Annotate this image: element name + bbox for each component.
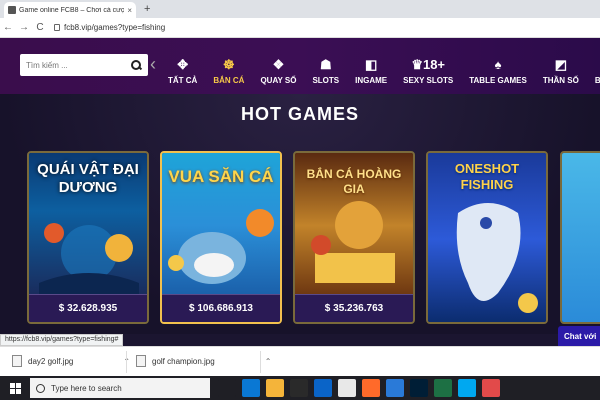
- url-field[interactable]: fcb8.vip/games?type=fishing: [54, 23, 165, 32]
- new-tab-button[interactable]: +: [144, 2, 150, 16]
- photoshop-icon[interactable]: [410, 379, 428, 397]
- skype-icon[interactable]: [458, 379, 476, 397]
- nav-label: SLOTS: [312, 75, 340, 85]
- nav-item-table-games[interactable]: ♠ TABLE GAMES: [461, 38, 535, 94]
- app-icon[interactable]: [482, 379, 500, 397]
- download-filename: day2 golf.jpg: [28, 356, 74, 366]
- nav-item-quay-số[interactable]: ❖ QUAY SỐ: [252, 38, 304, 94]
- site-favicon-icon: [8, 6, 16, 14]
- mail-icon[interactable]: [314, 379, 332, 397]
- taskbar-search-text: Type here to search: [51, 383, 122, 393]
- game-title: QUÁI VẬT ĐẠI DƯƠNG: [37, 161, 139, 196]
- nav-label: TẤT CẢ: [168, 75, 198, 85]
- image-file-icon: [12, 355, 22, 367]
- game-title: BẮN CÁ HOÀNG GIA: [306, 167, 402, 196]
- game-artwork: [562, 153, 600, 322]
- jackpot-amount: $ 35.236.763: [295, 294, 413, 322]
- image-file-icon: [136, 355, 146, 367]
- nav-label: QUAY SỐ: [260, 75, 297, 85]
- nav-icon: ◩: [554, 56, 567, 72]
- search-icon[interactable]: [130, 59, 142, 71]
- windows-taskbar: Type here to search: [0, 376, 600, 400]
- tab-title: Game online FCB8 – Chơi cá cược...: [19, 6, 125, 14]
- nav-item-sexy-slots[interactable]: ♛18+ SEXY SLOTS: [395, 38, 461, 94]
- downloads-bar: day2 golf.jpg ⌃ golf champion.jpg ⌃: [0, 346, 600, 376]
- url-text: fcb8.vip/games?type=fishing: [64, 23, 166, 32]
- status-url: https://fcb8.vip/games?type=fishing#: [0, 334, 124, 346]
- category-nav: ✥ TẤT CẢ ☸ BẮN CÁ ❖ QUAY SỐ ☗ SLOTS ◧ INGAME ♛18+ S…: [160, 38, 600, 94]
- forward-button[interactable]: →: [16, 22, 32, 33]
- browser-tab-bar: Game online FCB8 – Chơi cá cược... × +: [0, 0, 600, 18]
- browser-tab[interactable]: Game online FCB8 – Chơi cá cược... ×: [4, 2, 136, 18]
- nav-label: TABLE GAMES: [469, 75, 527, 85]
- nav-item-battle[interactable]: ✕BATTLE: [587, 38, 600, 94]
- chrome-icon[interactable]: [338, 379, 356, 397]
- tab-close-icon[interactable]: ×: [127, 6, 132, 15]
- nav-label: BẮN CÁ: [213, 75, 245, 85]
- nav-item-bắn-cá[interactable]: ☸ BẮN CÁ: [205, 38, 252, 94]
- divider: [260, 351, 261, 373]
- game-card-vua-san-ca[interactable]: VUA SĂN CÁ $ 106.686.913: [160, 151, 282, 324]
- taskbar-search[interactable]: Type here to search: [30, 378, 210, 398]
- game-title: VUA SĂN CÁ: [168, 167, 274, 186]
- lock-icon: [54, 24, 60, 31]
- game-card-ban-ca-hoang-gia[interactable]: BẮN CÁ HOÀNG GIA $ 35.236.763: [293, 151, 415, 324]
- search-input[interactable]: [26, 60, 130, 70]
- nav-item-tất-cả[interactable]: ✥ TẤT CẢ: [160, 38, 205, 94]
- taskbar-apps: [218, 379, 500, 397]
- store-icon[interactable]: [290, 379, 308, 397]
- site-header: ‹ ✥ TẤT CẢ ☸ BẮN CÁ ❖ QUAY SỐ ☗ SLOTS ◧ INGAME ♛18…: [0, 38, 600, 94]
- search-icon: [36, 383, 45, 393]
- download-filename: golf champion.jpg: [152, 356, 215, 366]
- photos-icon[interactable]: [386, 379, 404, 397]
- chat-button[interactable]: Chat với: [558, 326, 600, 346]
- hot-games-heading: HOT GAMES: [240, 104, 359, 124]
- jackpot-amount: $ 106.686.913: [162, 294, 280, 322]
- nav-icon: ☗: [319, 56, 332, 72]
- nav-icon: ✥: [177, 56, 189, 72]
- task-view-icon[interactable]: [218, 379, 236, 397]
- edge-icon[interactable]: [242, 379, 260, 397]
- back-button[interactable]: ←: [0, 22, 16, 33]
- firefox-icon[interactable]: [362, 379, 380, 397]
- nav-icon: ♠: [494, 56, 502, 72]
- main-content: HOT GAMES QUÁI VẬT ĐẠI DƯƠNG $ 32.628.93…: [0, 94, 600, 334]
- chevron-up-icon[interactable]: ⌃: [265, 357, 272, 366]
- nav-prev-arrow[interactable]: ‹: [150, 54, 156, 75]
- divider: [126, 351, 127, 373]
- start-button[interactable]: [0, 376, 30, 400]
- game-title: ONESHOT FISHING: [454, 161, 520, 192]
- nav-label: THẦN SỐ: [542, 75, 579, 85]
- game-card-partial[interactable]: [560, 151, 600, 324]
- nav-item-thần-số[interactable]: ◩ THẦN SỐ: [535, 38, 587, 94]
- nav-icon: ❖: [272, 56, 285, 72]
- windows-icon: [9, 382, 21, 394]
- address-bar: ← → C fcb8.vip/games?type=fishing: [0, 18, 600, 38]
- file-explorer-icon[interactable]: [266, 379, 284, 397]
- nav-label: INGAME: [355, 75, 388, 85]
- jackpot-amount: $ 32.628.935: [29, 294, 147, 322]
- nav-item-ingame[interactable]: ◧ INGAME: [347, 38, 395, 94]
- download-item[interactable]: day2 golf.jpg ⌃: [12, 355, 130, 367]
- nav-label: BATTLE: [594, 75, 600, 85]
- nav-label: SEXY SLOTS: [403, 75, 454, 85]
- search-box: [20, 54, 148, 76]
- screen: Game online FCB8 – Chơi cá cược... × + ←…: [0, 0, 600, 400]
- excel-icon[interactable]: [434, 379, 452, 397]
- nav-icon: ♛18+: [411, 56, 446, 72]
- nav-icon: ☸: [223, 56, 235, 72]
- nav-item-slots[interactable]: ☗ SLOTS: [304, 38, 347, 94]
- game-card-quai-vat[interactable]: QUÁI VẬT ĐẠI DƯƠNG $ 32.628.935: [27, 151, 149, 324]
- download-item[interactable]: golf champion.jpg ⌃: [136, 355, 271, 367]
- nav-icon: ◧: [364, 56, 378, 72]
- game-card-oneshot-fishing[interactable]: ONESHOT FISHING: [426, 151, 548, 324]
- reload-button[interactable]: C: [32, 22, 48, 33]
